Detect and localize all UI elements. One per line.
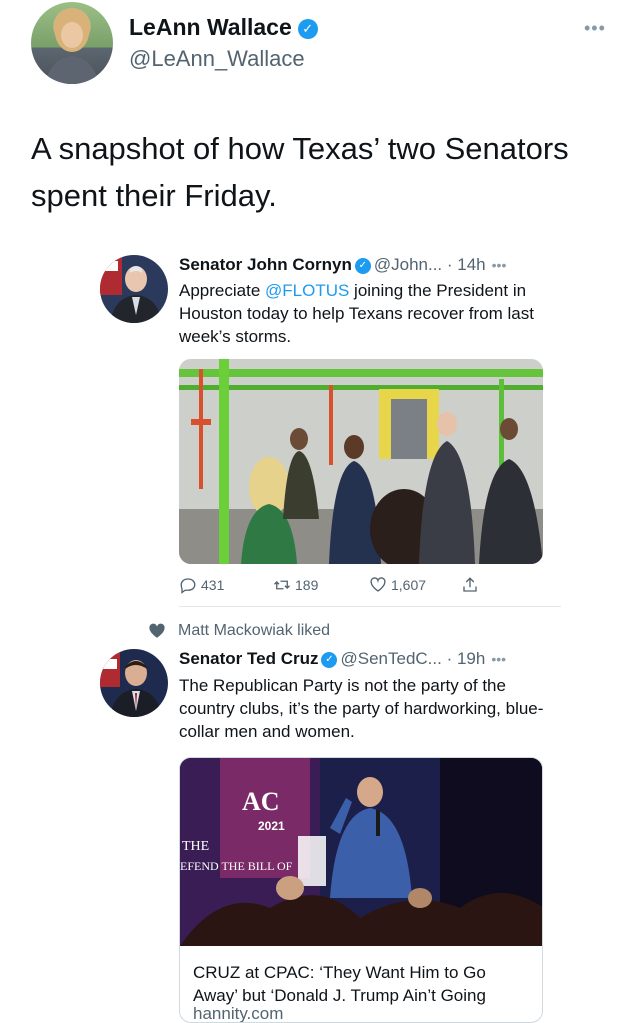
quote2-name[interactable]: Senator Ted Cruz <box>179 649 318 668</box>
cruz-avatar[interactable] <box>100 649 168 717</box>
card-image: AC 2021 THE EFEND THE BILL OF <box>180 758 542 946</box>
quote1-handle[interactable]: @John... <box>374 255 442 274</box>
share-icon <box>463 577 477 592</box>
like-button[interactable]: 1,607 <box>369 576 426 594</box>
quote2-text: The Republican Party is not the party of… <box>179 676 544 741</box>
cornyn-avatar[interactable] <box>100 255 168 323</box>
quote1-header: Senator John Cornyn ✓ @John... · 14h ••• <box>179 255 506 275</box>
more-options-icon[interactable]: ••• <box>584 18 606 39</box>
heart-filled-icon <box>149 623 165 638</box>
reply-icon <box>180 578 196 594</box>
quote2-handle[interactable]: @SenTedC... <box>340 649 441 668</box>
verified-badge-icon: ✓ <box>297 18 318 39</box>
quote2-header: Senator Ted Cruz ✓ @SenTedC... · 19h ••• <box>179 649 506 669</box>
author-avatar[interactable] <box>31 2 113 84</box>
tweet-header: LeAnn Wallace ✓ @LeAnn_Wallace ••• <box>0 0 639 100</box>
mention-link[interactable]: @FLOTUS <box>265 281 349 300</box>
card-sign-3: THE <box>182 839 209 854</box>
heart-icon <box>370 577 386 592</box>
link-card[interactable]: AC 2021 THE EFEND THE BILL OF CRUZ at CP… <box>179 757 543 1023</box>
tweet-actions: 431 189 1,607 <box>179 576 539 600</box>
retweet-icon <box>274 580 290 590</box>
verified-badge-icon: ✓ <box>321 651 338 668</box>
divider <box>179 606 561 607</box>
retweet-button[interactable]: 189 <box>273 576 318 594</box>
quote1-more-icon[interactable]: ••• <box>492 257 507 273</box>
quote1-text: Appreciate @FLOTUS joining the President… <box>179 281 534 346</box>
tweet-text: A snapshot of how Texas’ two Senators sp… <box>31 131 569 213</box>
card-sign-1: AC <box>242 787 280 816</box>
quote1-name[interactable]: Senator John Cornyn <box>179 255 352 274</box>
quote1-time[interactable]: · 14h <box>447 255 486 274</box>
verified-badge-icon: ✓ <box>354 257 371 274</box>
reply-button[interactable]: 431 <box>179 576 224 594</box>
tweet-photo[interactable] <box>179 359 543 564</box>
author-handle[interactable]: @LeAnn_Wallace <box>129 46 305 72</box>
card-title: CRUZ at CPAC: ‘They Want Him to Go Away’… <box>193 963 486 1005</box>
social-context: Matt Mackowiak liked <box>148 622 330 640</box>
card-domain: hannity.com <box>193 1004 284 1023</box>
card-sign-2: 2021 <box>258 819 285 833</box>
quote2-time[interactable]: · 19h <box>447 649 486 668</box>
card-sign-4: EFEND THE BILL OF <box>180 859 293 873</box>
liked-by-text[interactable]: Matt Mackowiak liked <box>178 622 330 640</box>
quote2-more-icon[interactable]: ••• <box>491 651 506 667</box>
share-button[interactable] <box>461 576 479 594</box>
author-name[interactable]: LeAnn Wallace ✓ <box>129 14 318 41</box>
